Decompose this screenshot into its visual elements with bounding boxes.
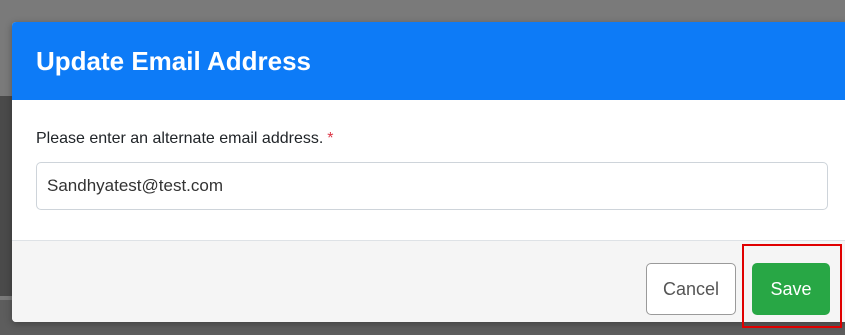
modal-body: Please enter an alternate email address.… <box>12 100 845 240</box>
email-field-label-text: Please enter an alternate email address. <box>36 130 324 147</box>
modal-title: Update Email Address <box>36 45 312 76</box>
save-highlight-box <box>742 244 842 328</box>
modal-footer: Cancel Save <box>12 240 845 322</box>
modal-header: Update Email Address <box>12 22 845 100</box>
email-field[interactable] <box>36 162 828 210</box>
required-asterisk: * <box>327 130 334 147</box>
background-page-edge <box>0 96 12 296</box>
update-email-modal: Update Email Address Please enter an alt… <box>12 22 845 322</box>
cancel-button[interactable]: Cancel <box>646 263 736 315</box>
email-field-label: Please enter an alternate email address.… <box>36 130 822 148</box>
